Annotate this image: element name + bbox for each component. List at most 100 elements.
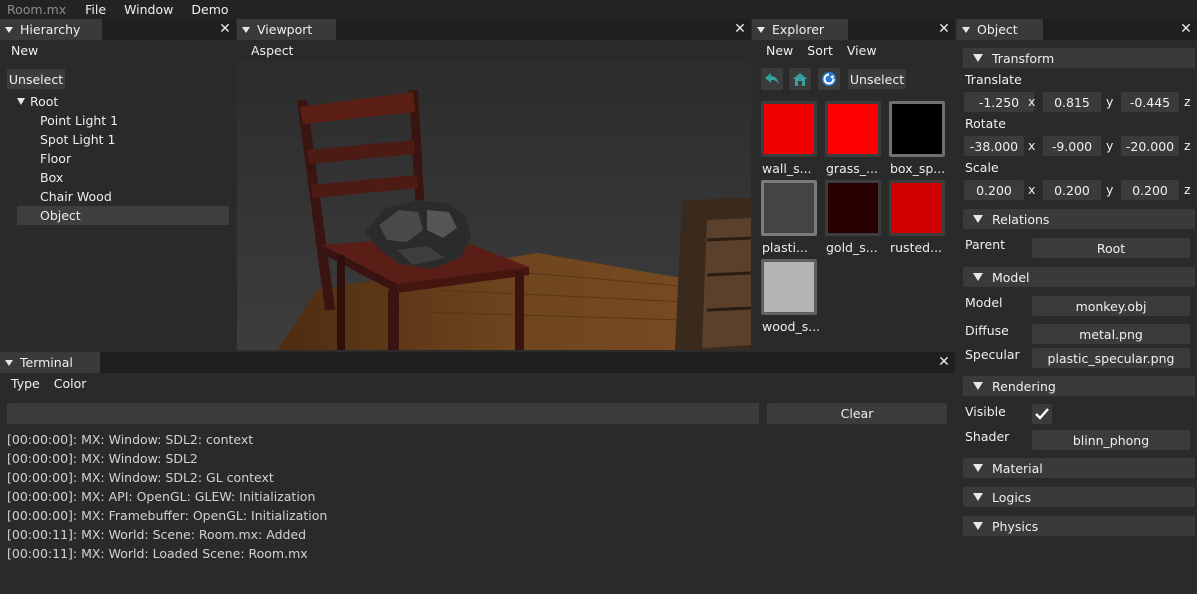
specular-field[interactable]: plastic_specular.png bbox=[1032, 348, 1190, 368]
viewport-menu-aspect[interactable]: Aspect bbox=[244, 43, 300, 58]
section-material-label: Material bbox=[992, 460, 1043, 476]
tab-collapse-icon[interactable] bbox=[757, 26, 765, 33]
tab-viewport[interactable]: Viewport bbox=[237, 19, 336, 40]
close-icon[interactable]: ✕ bbox=[733, 22, 747, 36]
explorer-menu-sort[interactable]: Sort bbox=[800, 43, 840, 58]
section-logics-label: Logics bbox=[992, 489, 1032, 505]
tab-collapse-icon[interactable] bbox=[5, 359, 13, 366]
hierarchy-tabbar: Hierarchy ✕ bbox=[0, 19, 236, 40]
home-icon[interactable] bbox=[789, 68, 811, 90]
section-relations-label: Relations bbox=[992, 211, 1050, 227]
visible-checkbox[interactable] bbox=[1032, 404, 1052, 424]
rotate-x-field[interactable]: -38.000 bbox=[964, 136, 1024, 156]
tree-node-box[interactable]: Box bbox=[17, 168, 229, 187]
explorer-unselect-button[interactable]: Unselect bbox=[848, 69, 906, 89]
close-icon[interactable]: ✕ bbox=[937, 355, 951, 369]
terminal-command-input[interactable] bbox=[7, 403, 759, 424]
translate-x-field[interactable]: -1.250 bbox=[964, 92, 1034, 112]
hierarchy-tree: Root Point Light 1 Spot Light 1 Floor Bo… bbox=[17, 92, 229, 225]
parent-label: Parent bbox=[965, 237, 1006, 252]
viewport-tabbar: Viewport ✕ bbox=[237, 19, 751, 40]
tab-collapse-icon[interactable] bbox=[962, 26, 970, 33]
scale-label: Scale bbox=[965, 160, 999, 175]
explorer-menu-view[interactable]: View bbox=[840, 43, 884, 58]
hierarchy-unselect-button[interactable]: Unselect bbox=[7, 69, 65, 89]
section-model[interactable]: Model bbox=[963, 267, 1195, 287]
main-menu-bar: Room.mx File Window Demo bbox=[0, 0, 1197, 19]
asset-thumbnail-wood[interactable] bbox=[761, 259, 817, 315]
explorer-menu-new[interactable]: New bbox=[759, 43, 800, 58]
explorer-tabbar: Explorer ✕ bbox=[752, 19, 955, 40]
tab-terminal[interactable]: Terminal bbox=[0, 352, 100, 373]
rotate-y-field[interactable]: -9.000 bbox=[1043, 136, 1101, 156]
section-transform[interactable]: Transform bbox=[963, 48, 1195, 68]
tab-hierarchy-label: Hierarchy bbox=[20, 22, 81, 37]
viewport-scene[interactable] bbox=[237, 60, 751, 350]
menu-file[interactable]: File bbox=[76, 2, 115, 17]
close-icon[interactable]: ✕ bbox=[218, 22, 232, 36]
section-material[interactable]: Material bbox=[963, 458, 1195, 478]
tab-object[interactable]: Object bbox=[957, 19, 1043, 40]
asset-thumbnail-gold[interactable] bbox=[825, 180, 881, 236]
shader-field[interactable]: blinn_phong bbox=[1032, 430, 1190, 450]
tree-node-root[interactable]: Root bbox=[17, 92, 229, 111]
tab-hierarchy[interactable]: Hierarchy bbox=[0, 19, 102, 40]
terminal-panel: Terminal ✕ Type Color Clear [00:00:00]: … bbox=[0, 352, 955, 594]
axis-x-label: x bbox=[1028, 94, 1036, 109]
section-rendering-label: Rendering bbox=[992, 378, 1056, 394]
expand-arrow-icon[interactable] bbox=[17, 98, 25, 105]
object-panel: Object ✕ Transform Translate -1.250 x 0.… bbox=[957, 19, 1197, 594]
asset-thumbnail-grass[interactable] bbox=[825, 101, 881, 157]
tree-node-point-light-1[interactable]: Point Light 1 bbox=[17, 111, 229, 130]
terminal-tabbar: Terminal ✕ bbox=[0, 352, 955, 373]
explorer-panel: Explorer ✕ New Sort View Unselect wall_s… bbox=[752, 19, 955, 350]
asset-thumbnail-wall[interactable] bbox=[761, 101, 817, 157]
collapse-arrow-icon[interactable] bbox=[973, 273, 983, 281]
close-icon[interactable]: ✕ bbox=[1179, 22, 1193, 36]
terminal-menu-type[interactable]: Type bbox=[4, 376, 47, 391]
asset-thumbnail-plastic[interactable] bbox=[761, 180, 817, 236]
section-relations[interactable]: Relations bbox=[963, 209, 1195, 229]
terminal-menu-color[interactable]: Color bbox=[47, 376, 94, 391]
scale-x-field[interactable]: 0.200 bbox=[964, 180, 1024, 200]
tab-collapse-icon[interactable] bbox=[242, 26, 250, 33]
viewport-menubar: Aspect bbox=[237, 40, 751, 60]
model-field[interactable]: monkey.obj bbox=[1032, 296, 1190, 316]
asset-thumbnail-box[interactable] bbox=[889, 101, 945, 157]
log-line: [00:00:11]: MX: World: Loaded Scene: Roo… bbox=[7, 546, 308, 561]
collapse-arrow-icon[interactable] bbox=[973, 215, 983, 223]
tree-node-object[interactable]: Object bbox=[17, 206, 229, 225]
asset-thumbnail-rusted[interactable] bbox=[889, 180, 945, 236]
rotate-z-field[interactable]: -20.000 bbox=[1121, 136, 1179, 156]
axis-x-label: x bbox=[1028, 138, 1036, 153]
refresh-icon[interactable] bbox=[818, 68, 840, 90]
parent-field[interactable]: Root bbox=[1032, 238, 1190, 258]
collapse-arrow-icon[interactable] bbox=[973, 382, 983, 390]
section-rendering[interactable]: Rendering bbox=[963, 376, 1195, 396]
translate-z-field[interactable]: -0.445 bbox=[1121, 92, 1179, 112]
section-logics[interactable]: Logics bbox=[963, 487, 1195, 507]
tab-collapse-icon[interactable] bbox=[5, 26, 13, 33]
log-line: [00:00:00]: MX: Window: SDL2: context bbox=[7, 432, 254, 447]
clear-button[interactable]: Clear bbox=[767, 403, 947, 424]
collapse-arrow-icon[interactable] bbox=[973, 54, 983, 62]
tree-node-chair-wood[interactable]: Chair Wood bbox=[17, 187, 229, 206]
viewport-panel: Viewport ✕ Aspect bbox=[237, 19, 751, 350]
back-icon[interactable] bbox=[761, 68, 783, 90]
collapse-arrow-icon[interactable] bbox=[973, 493, 983, 501]
hierarchy-menu-new[interactable]: New bbox=[4, 43, 45, 58]
terminal-menubar: Type Color bbox=[0, 373, 955, 393]
tab-explorer[interactable]: Explorer bbox=[752, 19, 848, 40]
collapse-arrow-icon[interactable] bbox=[973, 522, 983, 530]
menu-window[interactable]: Window bbox=[115, 2, 182, 17]
close-icon[interactable]: ✕ bbox=[937, 22, 951, 36]
scale-z-field[interactable]: 0.200 bbox=[1121, 180, 1179, 200]
collapse-arrow-icon[interactable] bbox=[973, 464, 983, 472]
translate-y-field[interactable]: 0.815 bbox=[1043, 92, 1101, 112]
section-physics[interactable]: Physics bbox=[963, 516, 1195, 536]
tree-node-floor[interactable]: Floor bbox=[17, 149, 229, 168]
tree-node-spot-light-1[interactable]: Spot Light 1 bbox=[17, 130, 229, 149]
menu-demo[interactable]: Demo bbox=[182, 2, 237, 17]
diffuse-field[interactable]: metal.png bbox=[1032, 324, 1190, 344]
scale-y-field[interactable]: 0.200 bbox=[1043, 180, 1101, 200]
